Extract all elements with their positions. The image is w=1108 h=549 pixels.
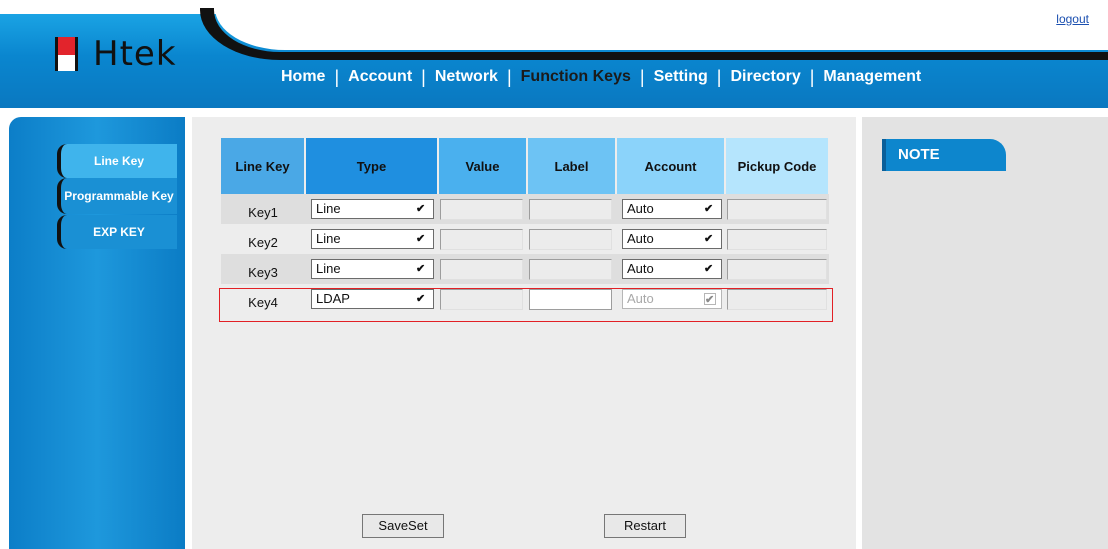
nav-network[interactable]: Network xyxy=(426,68,507,86)
label-input xyxy=(529,258,612,280)
type-select[interactable]: Line ✔ xyxy=(311,199,434,219)
value-input xyxy=(440,198,523,220)
chevron-down-icon: ✔ xyxy=(704,263,714,275)
nav-function-keys[interactable]: Function Keys xyxy=(512,68,640,86)
logo-mark-icon xyxy=(55,37,89,71)
sidebar-item-exp-key[interactable]: EXP KEY xyxy=(57,215,177,249)
key-name: Key4 xyxy=(221,284,305,314)
label-input xyxy=(529,198,612,220)
label-input xyxy=(529,228,612,250)
nav-home[interactable]: Home xyxy=(272,68,334,86)
chevron-down-icon: ✔ xyxy=(416,263,426,275)
note-panel: NOTE xyxy=(862,117,1108,549)
pickup-code-input xyxy=(727,288,827,310)
logo-text: Htek xyxy=(93,34,177,74)
chevron-down-icon: ✔ xyxy=(704,293,716,306)
note-title: NOTE xyxy=(882,139,1006,171)
nav-account[interactable]: Account xyxy=(339,68,421,86)
pickup-code-input xyxy=(727,198,827,220)
table-row: Key3 Line ✔ Auto ✔ xyxy=(221,254,829,284)
chevron-down-icon: ✔ xyxy=(704,233,714,245)
value-input xyxy=(440,288,523,310)
col-line-key: Line Key xyxy=(221,138,306,194)
nav-management[interactable]: Management xyxy=(814,68,930,86)
col-account: Account xyxy=(616,138,726,194)
restart-button[interactable]: Restart xyxy=(604,514,686,538)
htek-logo: Htek xyxy=(55,34,177,74)
key-name: Key1 xyxy=(221,194,305,224)
chevron-down-icon: ✔ xyxy=(416,233,426,245)
sidebar-item-programmable-key[interactable]: Programmable Key xyxy=(57,178,177,214)
col-value: Value xyxy=(438,138,528,194)
type-select[interactable]: LDAP ✔ xyxy=(311,289,434,309)
account-select[interactable]: Auto ✔ xyxy=(622,259,722,279)
table-header-row: Line Key Type Value Label Account Pickup… xyxy=(221,138,830,194)
value-input xyxy=(440,258,523,280)
nav-directory[interactable]: Directory xyxy=(721,68,809,86)
label-input[interactable] xyxy=(529,288,612,310)
table-row: Key2 Line ✔ Auto ✔ xyxy=(221,224,829,254)
logout-link[interactable]: logout xyxy=(1056,12,1089,26)
key-name: Key2 xyxy=(221,224,305,254)
value-input xyxy=(440,228,523,250)
pickup-code-input xyxy=(727,258,827,280)
col-label: Label xyxy=(527,138,617,194)
key-name: Key3 xyxy=(221,254,305,284)
type-select[interactable]: Line ✔ xyxy=(311,259,434,279)
table-row: Key4 LDAP ✔ Auto ✔ xyxy=(221,284,829,314)
table-row: Key1 Line ✔ Auto ✔ xyxy=(221,194,829,224)
account-select[interactable]: Auto ✔ xyxy=(622,229,722,249)
function-keys-table: Line Key Type Value Label Account Pickup… xyxy=(221,138,830,314)
pickup-code-input xyxy=(727,228,827,250)
col-pickup-code: Pickup Code xyxy=(725,138,830,194)
account-select: Auto ✔ xyxy=(622,289,722,309)
sidebar-item-line-key[interactable]: Line Key xyxy=(57,144,177,178)
sidebar: Line Key Programmable Key EXP KEY xyxy=(9,117,185,549)
chevron-down-icon: ✔ xyxy=(704,203,714,215)
account-select[interactable]: Auto ✔ xyxy=(622,199,722,219)
type-select[interactable]: Line ✔ xyxy=(311,229,434,249)
nav-setting[interactable]: Setting xyxy=(645,68,717,86)
saveset-button[interactable]: SaveSet xyxy=(362,514,444,538)
col-type: Type xyxy=(305,138,439,194)
header: logout Htek Home | Account | Network | F… xyxy=(0,0,1108,112)
main-nav: Home | Account | Network | Function Keys… xyxy=(272,64,930,90)
chevron-down-icon: ✔ xyxy=(416,203,426,215)
chevron-down-icon: ✔ xyxy=(416,293,426,305)
